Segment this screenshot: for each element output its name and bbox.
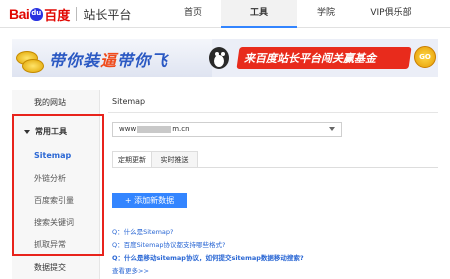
logo-text-bai: Bai [9, 6, 30, 22]
nav-tools[interactable]: 工具 [221, 0, 297, 28]
sidebar-item-index-volume[interactable]: 百度索引量 [34, 195, 74, 206]
sidebar-item-backlink-analysis[interactable]: 外链分析 [34, 173, 66, 184]
paw-icon [30, 7, 44, 21]
domain-select[interactable]: www m.cn [112, 122, 342, 137]
faq-link-sitemap-formats[interactable]: Q：百度Sitemap协议都支持哪些格式? [112, 239, 226, 249]
banner-slogan: 带你装逼带你飞 [49, 47, 168, 71]
tab-realtime-push[interactable]: 实时推送 [152, 151, 198, 168]
sidebar-common-tools-header[interactable]: 常用工具 [24, 126, 67, 137]
domain-prefix: www [119, 125, 137, 133]
common-tools-label: 常用工具 [35, 127, 67, 136]
top-header: Bai 百度 站长平台 首页 工具 学院 VIP俱乐部 [0, 0, 450, 28]
sidebar-my-site[interactable]: 我的网站 [12, 97, 100, 108]
baidu-logo[interactable]: Bai 百度 站长平台 [9, 4, 131, 24]
site-name: 站长平台 [83, 7, 132, 22]
nav-home[interactable]: 首页 [165, 0, 221, 28]
domain-suffix: m.cn [172, 125, 190, 133]
sidebar-item-sitemap[interactable]: Sitemap [34, 151, 71, 160]
faq-link-mobile-sitemap[interactable]: Q：什么是移动sitemap协议，如何提交sitemap数据移动搜索? [112, 252, 304, 262]
caret-down-icon [24, 129, 30, 134]
nav-academy[interactable]: 学院 [297, 0, 355, 28]
coin-icon [22, 59, 44, 73]
banner-slogan-part2: 带你飞 [117, 51, 169, 70]
banner-slogan-part1: 带你装 [49, 51, 101, 70]
penguin-mascot-icon [206, 43, 232, 73]
logo-divider [76, 7, 78, 21]
banner-go-button[interactable]: GO [414, 46, 436, 68]
logo-text-du: 百度 [44, 8, 71, 24]
main-nav: 首页 工具 学院 VIP俱乐部 [165, 0, 427, 28]
tab-baseline [112, 167, 438, 168]
sidebar-item-crawl-errors[interactable]: 抓取异常 [34, 239, 66, 250]
nav-vip-club[interactable]: VIP俱乐部 [355, 0, 427, 28]
promo-banner[interactable]: 带你装逼带你飞 来百度站长平台闯关赢基金 GO [12, 39, 438, 77]
left-sidebar: 我的网站 常用工具 Sitemap 外链分析 百度索引量 搜索关键词 抓取异常 … [12, 90, 104, 279]
view-more-link[interactable]: 查看更多>> [112, 265, 149, 275]
chevron-down-icon [329, 127, 335, 131]
common-tools-highlight-box: 常用工具 Sitemap 外链分析 百度索引量 搜索关键词 抓取异常 [12, 114, 104, 256]
main-content: Sitemap www m.cn 定期更新 实时推送 + 添加新数据 Q：什么是S… [108, 90, 444, 279]
sidebar-data-submit[interactable]: 数据提交 [12, 262, 100, 273]
submit-mode-tabs: 定期更新 实时推送 [112, 151, 198, 168]
sidebar-item-search-keywords[interactable]: 搜索关键词 [34, 217, 74, 228]
faq-link-what-is-sitemap[interactable]: Q：什么是Sitemap? [112, 226, 174, 236]
tab-scheduled-update[interactable]: 定期更新 [112, 151, 152, 168]
banner-campaign-text: 来百度站长平台闯关赢基金 [244, 52, 376, 65]
add-new-data-button[interactable]: + 添加新数据 [112, 193, 187, 208]
domain-redacted [137, 125, 172, 133]
page-title: Sitemap [112, 97, 146, 106]
banner-slogan-highlight: 逼 [100, 51, 118, 70]
title-divider [108, 112, 438, 113]
